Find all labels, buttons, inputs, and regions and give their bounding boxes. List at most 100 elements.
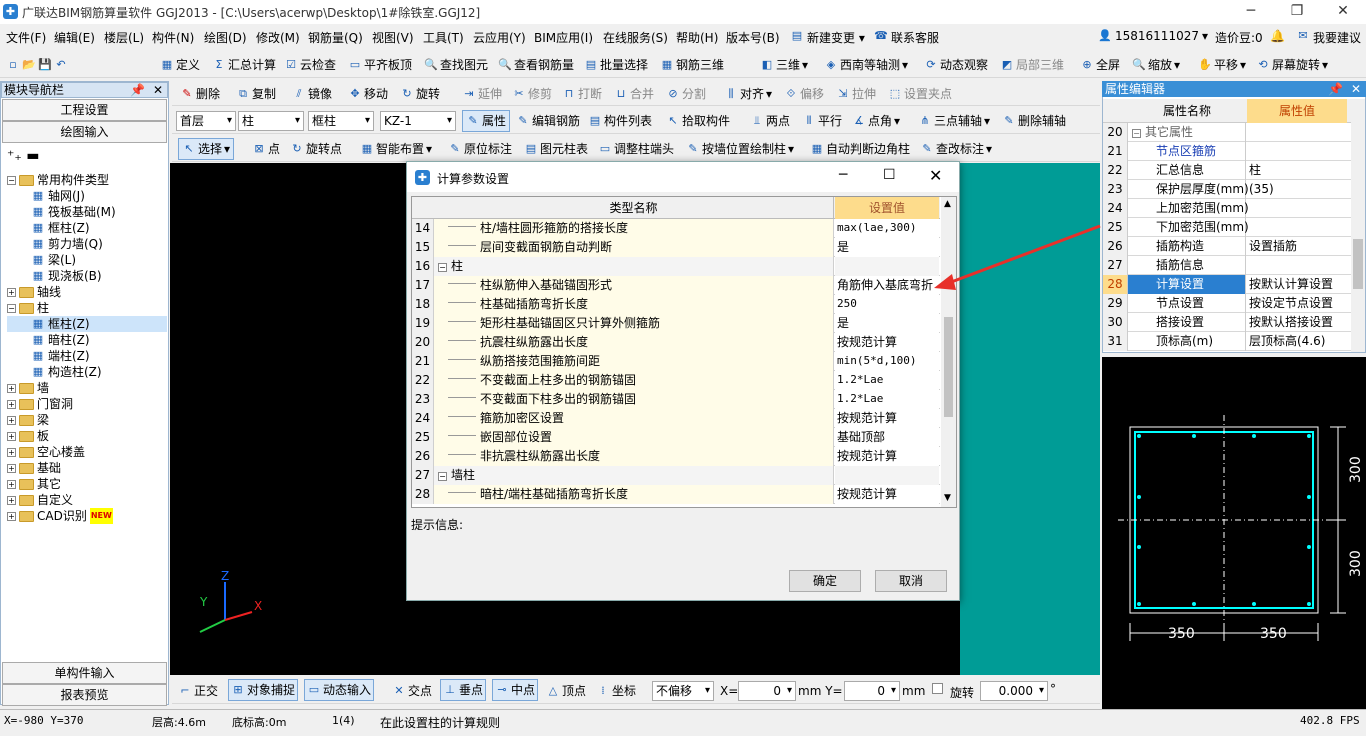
expand-icon[interactable]: + bbox=[7, 495, 16, 505]
stretch-button[interactable]: ⇲ 拉伸 bbox=[836, 83, 876, 105]
menu-new-change[interactable]: ▤ 新建变更 ▾ bbox=[790, 29, 865, 46]
screen-rotate-dropdown[interactable]: ⟲ 屏幕旋转 ▾ bbox=[1256, 54, 1328, 76]
expand-collapse-icons[interactable]: ⁺₊ ▬ bbox=[7, 148, 39, 164]
param-value-cell[interactable]: 按规范计算 bbox=[835, 333, 939, 352]
property-value-cell[interactable]: 按默认搭接设置 bbox=[1247, 313, 1357, 332]
ok-button[interactable]: 确定 bbox=[789, 570, 861, 592]
point-angle-dropdown[interactable]: ∡ 点角 ▾ bbox=[852, 110, 900, 132]
property-row[interactable]: 21 节点区箍筋 bbox=[1103, 142, 1365, 161]
property-value-cell[interactable]: 层顶标高(4.6) bbox=[1247, 332, 1357, 351]
tree-item[interactable]: ▦ 筏板基础(M) bbox=[7, 204, 167, 220]
vertex-toggle[interactable]: △ 顶点 bbox=[546, 680, 586, 702]
param-value-cell[interactable]: 1.2*Lae bbox=[835, 371, 939, 390]
tree-item[interactable]: + 其它 bbox=[7, 476, 167, 492]
property-value-cell[interactable]: 设置插筋 bbox=[1247, 237, 1357, 256]
offset-button[interactable]: ⟐ 偏移 bbox=[784, 83, 824, 105]
expand-icon[interactable]: + bbox=[7, 415, 16, 425]
midpoint-toggle[interactable]: ⊸ 中点 bbox=[492, 679, 539, 701]
x-offset-input[interactable]: 0 bbox=[738, 681, 796, 701]
tree-item[interactable]: − 常用构件类型 bbox=[7, 172, 167, 188]
break-button[interactable]: ⊓ 打断 bbox=[562, 83, 602, 105]
tree-item[interactable]: ▦ 现浇板(B) bbox=[7, 268, 167, 284]
menu-floor[interactable]: 楼层(L) bbox=[104, 29, 144, 46]
view-rebar-button[interactable]: 🔍 查看钢筋量 bbox=[498, 54, 574, 76]
draw-by-wall-dropdown[interactable]: ✎ 按墙位置绘制柱 ▾ bbox=[686, 138, 794, 160]
property-value-cell[interactable]: 按默认计算设置 bbox=[1247, 275, 1357, 294]
in-place-annotate-button[interactable]: ✎ 原位标注 bbox=[448, 138, 512, 160]
rotate-button[interactable]: ↻ 旋转 bbox=[400, 83, 440, 105]
prop-scrollbar[interactable] bbox=[1351, 99, 1365, 352]
param-row[interactable]: 24 箍筋加密区设置 按规范计算 bbox=[412, 409, 940, 428]
copy-button[interactable]: ⧉ 复制 bbox=[236, 83, 276, 105]
project-settings-button[interactable]: 工程设置 bbox=[2, 99, 167, 121]
property-row[interactable]: 20− 其它属性 bbox=[1103, 123, 1365, 142]
rotate-angle-input[interactable]: 0.000 bbox=[980, 681, 1048, 701]
pick-member-button[interactable]: ↖ 拾取构件 bbox=[666, 110, 730, 132]
menu-draw[interactable]: 绘图(D) bbox=[204, 29, 247, 46]
property-row[interactable]: 26 插筋构造 设置插筋 bbox=[1103, 237, 1365, 256]
close-button[interactable]: ✕ bbox=[1320, 0, 1366, 24]
param-row[interactable]: 25 嵌固部位设置 基础顶部 bbox=[412, 428, 940, 447]
perpendicular-toggle[interactable]: ⊥ 垂点 bbox=[440, 679, 487, 701]
nav-close-icon[interactable]: ✕ bbox=[153, 83, 163, 97]
pan-dropdown[interactable]: ✋ 平移 ▾ bbox=[1198, 54, 1246, 76]
rebar-3d-button[interactable]: ▦ 钢筋三维 bbox=[660, 54, 724, 76]
menu-edit[interactable]: 编辑(E) bbox=[54, 29, 95, 46]
param-value-cell[interactable]: 1.2*Lae bbox=[835, 390, 939, 409]
point-button[interactable]: ⊠ 点 bbox=[252, 138, 280, 160]
menu-member[interactable]: 构件(N) bbox=[152, 29, 194, 46]
collapse-icon[interactable]: − bbox=[438, 472, 447, 481]
view-3d-dropdown[interactable]: ◧ 三维 ▾ bbox=[760, 54, 808, 76]
member-select[interactable]: KZ-1 bbox=[380, 111, 456, 131]
menu-contact[interactable]: ☎ 联系客服 bbox=[874, 29, 939, 46]
two-point-button[interactable]: ⫫ 两点 bbox=[750, 110, 790, 132]
param-row[interactable]: 14 柱/墙柱圆形箍筋的搭接长度 max(lae,300) bbox=[412, 219, 940, 238]
param-row[interactable]: 15 层间变截面钢筋自动判断 是 bbox=[412, 238, 940, 257]
property-value-cell[interactable] bbox=[1247, 218, 1357, 237]
tree-item[interactable]: ▦ 梁(L) bbox=[7, 252, 167, 268]
property-row[interactable]: 24 上加密范围(mm) bbox=[1103, 199, 1365, 218]
type-select[interactable]: 柱 bbox=[238, 111, 304, 131]
bell-icon[interactable]: 🔔 bbox=[1270, 29, 1285, 43]
param-row[interactable]: 21 纵筋搭接范围箍筋间距 min(5*d,100) bbox=[412, 352, 940, 371]
orbit-button[interactable]: ⟳ 动态观察 bbox=[924, 54, 988, 76]
property-row[interactable]: 30 搭接设置 按默认搭接设置 bbox=[1103, 313, 1365, 332]
offset-mode-select[interactable]: 不偏移 bbox=[652, 681, 714, 701]
param-row[interactable]: 26 非抗震柱纵筋露出长度 按规范计算 bbox=[412, 447, 940, 466]
property-value-cell[interactable] bbox=[1247, 123, 1357, 142]
batch-select-button[interactable]: ▤ 批量选择 bbox=[584, 54, 648, 76]
menu-help[interactable]: 帮助(H) bbox=[676, 29, 718, 46]
expand-icon[interactable]: + bbox=[7, 447, 16, 457]
param-row[interactable]: 20 抗震柱纵筋露出长度 按规范计算 bbox=[412, 333, 940, 352]
param-value-cell[interactable]: 是 bbox=[835, 314, 939, 333]
tree-item[interactable]: ▦ 剪力墙(Q) bbox=[7, 236, 167, 252]
suggest-button[interactable]: ✉ 我要建议 bbox=[1296, 29, 1361, 46]
expand-icon[interactable]: + bbox=[7, 399, 16, 409]
three-point-axis-dropdown[interactable]: ⋔ 三点辅轴 ▾ bbox=[918, 110, 990, 132]
align-slab-button[interactable]: ▭ 平齐板顶 bbox=[348, 54, 412, 76]
single-member-input-button[interactable]: 单构件输入 bbox=[2, 662, 167, 684]
tree-item[interactable]: + 自定义 bbox=[7, 492, 167, 508]
menu-tools[interactable]: 工具(T) bbox=[423, 29, 464, 46]
param-row[interactable]: 28 暗柱/端柱基础插筋弯折长度 按规范计算 bbox=[412, 485, 940, 504]
smart-layout-dropdown[interactable]: ▦ 智能布置 ▾ bbox=[360, 138, 432, 160]
ortho-toggle[interactable]: ⌐ 正交 bbox=[178, 680, 218, 702]
menu-online[interactable]: 在线服务(S) bbox=[603, 29, 668, 46]
expand-icon[interactable]: + bbox=[7, 463, 16, 473]
param-group-row[interactable]: 16− 柱 bbox=[412, 257, 940, 276]
merge-button[interactable]: ⊔ 合并 bbox=[614, 83, 654, 105]
coordinate-toggle[interactable]: ⁞ 坐标 bbox=[596, 680, 636, 702]
tree-item[interactable]: ▦ 框柱(Z) bbox=[7, 220, 167, 236]
tree-item[interactable]: + 板 bbox=[7, 428, 167, 444]
property-row[interactable]: 27 插筋信息 bbox=[1103, 256, 1365, 275]
check-annotation-dropdown[interactable]: ✎ 查改标注 ▾ bbox=[920, 138, 992, 160]
property-value-cell[interactable] bbox=[1247, 256, 1357, 275]
expand-icon[interactable]: + bbox=[7, 479, 16, 489]
param-row[interactable]: 19 矩形柱基础锚固区只计算外侧箍筋 是 bbox=[412, 314, 940, 333]
mirror-button[interactable]: ⫽ 镜像 bbox=[292, 83, 332, 105]
pin-icon[interactable]: 📌 bbox=[130, 83, 145, 97]
menu-view[interactable]: 视图(V) bbox=[372, 29, 414, 46]
property-value-cell[interactable] bbox=[1247, 142, 1357, 161]
expand-icon[interactable]: + bbox=[7, 431, 16, 441]
member-list-button[interactable]: ▤ 构件列表 bbox=[588, 110, 652, 132]
